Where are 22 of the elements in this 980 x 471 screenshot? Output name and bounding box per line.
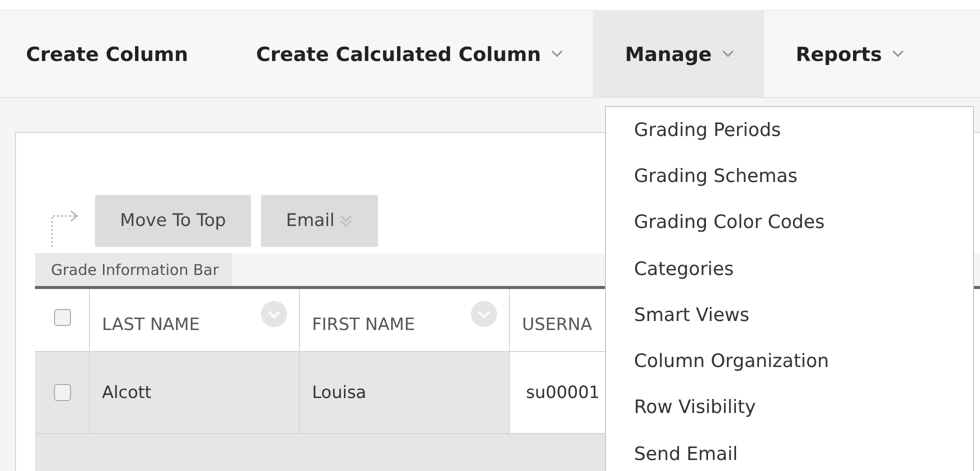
grade-information-bar-label: Grade Information Bar xyxy=(35,253,232,286)
checkbox[interactable] xyxy=(54,309,70,326)
checkbox[interactable] xyxy=(54,384,70,401)
toolbar-tab[interactable]: Reports xyxy=(764,11,934,97)
toolbar-tab[interactable]: Manage xyxy=(592,11,764,97)
menu-item[interactable]: Smart Views xyxy=(606,292,973,338)
column-menu-icon[interactable] xyxy=(471,301,497,327)
table-cell: Alcott xyxy=(90,352,300,434)
table-cell: Louisa xyxy=(300,352,510,434)
toolbar-tab[interactable]: Create Column xyxy=(0,11,224,97)
toolbar-tab[interactable]: Create Calculated Column xyxy=(224,11,593,97)
column-menu-icon[interactable] xyxy=(261,301,287,327)
menu-item[interactable]: Categories xyxy=(606,246,973,292)
column-header-label: LAST NAME xyxy=(102,315,200,335)
menu-item[interactable]: Grading Color Codes xyxy=(606,200,973,246)
menu-item[interactable]: Send Email xyxy=(606,431,973,471)
column-header-label: FIRST NAME xyxy=(312,315,415,335)
column-header-label: USERNA xyxy=(522,315,592,335)
action-button[interactable]: Email xyxy=(261,195,378,247)
action-button[interactable]: Move To Top xyxy=(95,195,252,247)
menu-item[interactable]: Grading Periods xyxy=(606,107,973,154)
menu-item[interactable]: Grading Schemas xyxy=(606,153,973,200)
